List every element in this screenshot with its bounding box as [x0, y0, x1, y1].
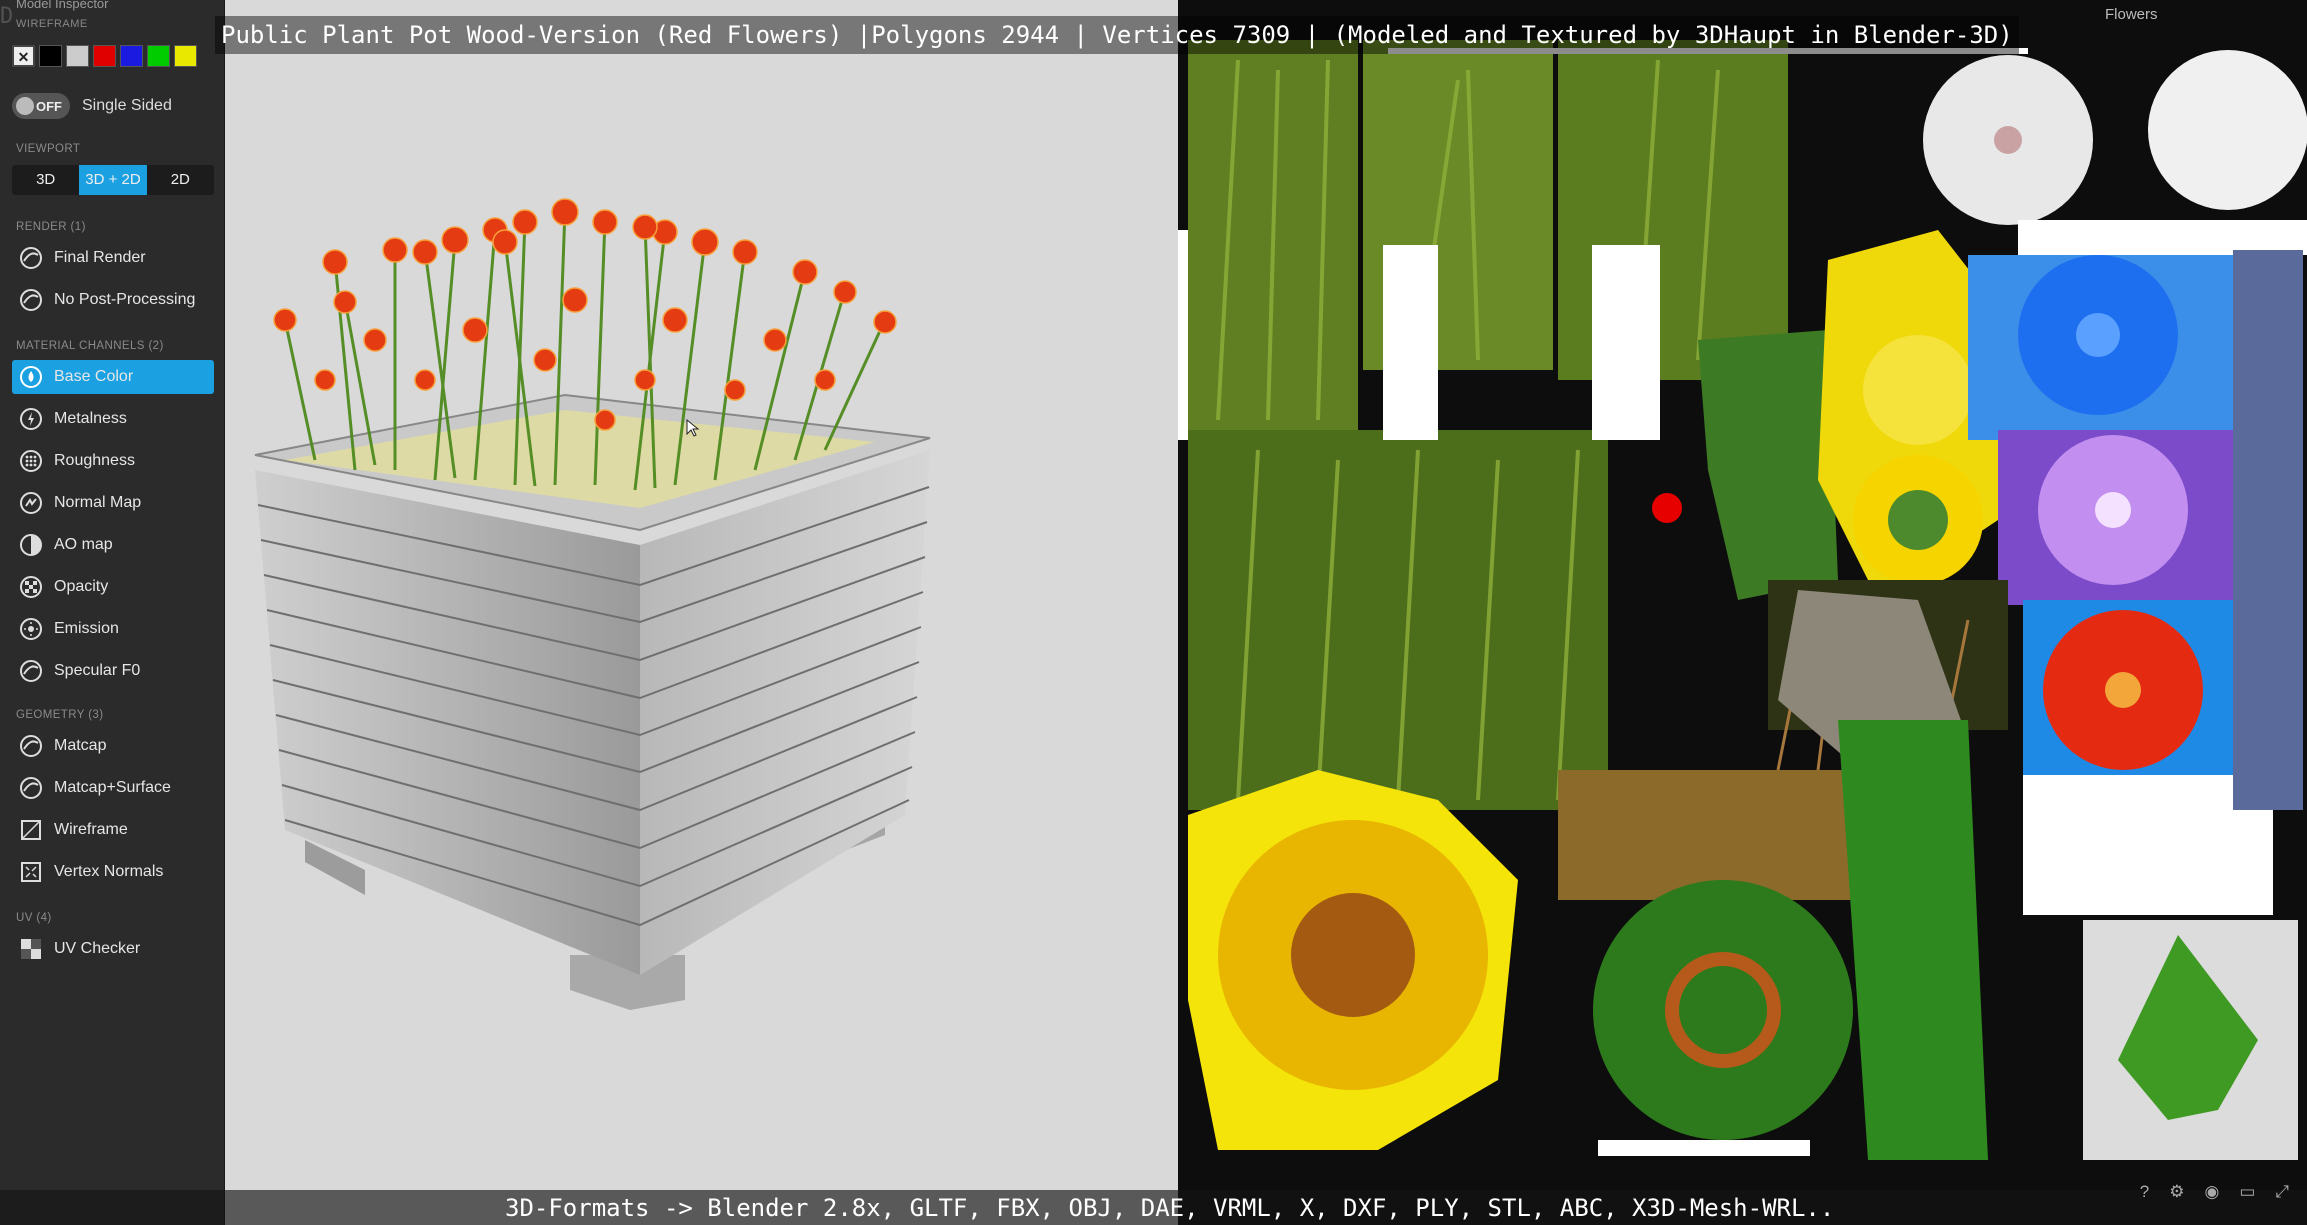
bottom-right-controls: ? ⚙ ◉ ▭ ⤢ [2140, 1182, 2289, 1202]
material-item-roughness[interactable]: Roughness [12, 444, 214, 478]
uv-panel-label: Flowers [2105, 6, 2158, 23]
toggle-knob [16, 97, 34, 115]
roughness-dots-icon [18, 448, 44, 474]
material-item-label: Roughness [54, 452, 135, 469]
material-item-specular-f0[interactable]: Specular F0 [12, 654, 214, 688]
material-item-opacity[interactable]: Opacity [12, 570, 214, 604]
material-item-label: Opacity [54, 578, 109, 595]
normal-map-icon [18, 490, 44, 516]
material-item-metalness[interactable]: Metalness [12, 402, 214, 436]
geometry-section-label: GEOMETRY (3) [16, 709, 104, 721]
render-item-final-render[interactable]: Final Render [12, 241, 214, 275]
viewport-mode-2d[interactable]: 2D [147, 165, 214, 195]
swatch-none-icon[interactable]: ✕ [12, 45, 35, 67]
sidebar-header: Model Inspector [16, 0, 109, 11]
settings-gear-icon[interactable]: ⚙ [2169, 1182, 2184, 1202]
swatch-red[interactable] [93, 45, 116, 67]
material-item-label: Normal Map [54, 494, 142, 511]
material-item-label: Specular F0 [54, 662, 141, 679]
swatch-blue[interactable] [120, 45, 143, 67]
material-item-ao-map[interactable]: AO map [12, 528, 214, 562]
opacity-checker-icon [18, 574, 44, 600]
formats-overlay: 3D-Formats -> Blender 2.8x, GLTF, FBX, O… [505, 1194, 1835, 1222]
geometry-item-label: Vertex Normals [54, 863, 164, 880]
swatch-green[interactable] [147, 45, 170, 67]
wireframe-section-label: WIREFRAME [16, 18, 88, 30]
geometry-item-matcap-surface[interactable]: Matcap+Surface [12, 771, 214, 805]
geometry-item-wireframe[interactable]: Wireframe [12, 813, 214, 847]
render-item-label: Final Render [54, 249, 146, 266]
swatch-yellow[interactable] [174, 45, 197, 67]
matcap-surface-icon [18, 775, 44, 801]
material-item-emission[interactable]: Emission [12, 612, 214, 646]
fullscreen-icon[interactable]: ⤢ [2275, 1182, 2289, 1202]
uv-texture-panel[interactable]: Flowers [1178, 0, 2307, 1225]
geometry-item-label: Matcap [54, 737, 107, 754]
toggle-state-label: OFF [36, 99, 62, 114]
single-sided-row: OFF Single Sided [12, 93, 172, 119]
vr-icon[interactable]: ▭ [2239, 1182, 2255, 1202]
title-overlay: Public Plant Pot Wood-Version (Red Flowe… [215, 16, 2019, 54]
viewport-mode-3d[interactable]: 3D [12, 165, 79, 195]
single-sided-toggle[interactable]: OFF [12, 93, 70, 119]
base-color-drop-icon [18, 364, 44, 390]
swatch-gray[interactable] [66, 45, 89, 67]
viewport-mode-3d-2d[interactable]: 3D + 2D [79, 165, 147, 195]
viewport-mode-selector: 3D 3D + 2D 2D [12, 165, 214, 195]
vertex-normals-icon [18, 859, 44, 885]
uv-item-uv-checker[interactable]: UV Checker [12, 932, 214, 966]
material-item-label: AO map [54, 536, 113, 553]
specular-icon [18, 658, 44, 684]
model-inspector-sidebar: Model Inspector WIREFRAME D ✕ OFF Single… [0, 0, 225, 1225]
wireframe-color-swatches: ✕ [12, 45, 197, 67]
render-circle-icon [18, 245, 44, 271]
metalness-bolt-icon [18, 406, 44, 432]
wireframe-icon [18, 817, 44, 843]
material-item-label: Metalness [54, 410, 127, 427]
render-circle-icon [18, 287, 44, 313]
material-item-normal-map[interactable]: Normal Map [12, 486, 214, 520]
material-channels-section-label: MATERIAL CHANNELS (2) [16, 340, 164, 352]
single-sided-label: Single Sided [82, 97, 172, 114]
geometry-item-vertex-normals[interactable]: Vertex Normals [12, 855, 214, 889]
ghost-overlay-date: D [0, 4, 14, 29]
render-item-label: No Post-Processing [54, 291, 196, 308]
uv-item-label: UV Checker [54, 940, 141, 957]
3d-viewport[interactable] [225, 0, 1178, 1225]
matcap-icon [18, 733, 44, 759]
viewport-section-label: VIEWPORT [16, 143, 81, 155]
geometry-item-label: Wireframe [54, 821, 128, 838]
plant-pot-render [254, 198, 931, 1010]
material-item-base-color[interactable]: Base Color [12, 360, 214, 394]
render-item-no-post-processing[interactable]: No Post-Processing [12, 283, 214, 317]
flowers-texture-atlas [1178, 40, 2307, 1160]
uv-checker-icon [18, 936, 44, 962]
swatch-black[interactable] [39, 45, 62, 67]
ao-map-icon [18, 532, 44, 558]
material-item-label: Base Color [54, 368, 134, 385]
emission-sun-icon [18, 616, 44, 642]
geometry-item-label: Matcap+Surface [54, 779, 171, 796]
uv-section-label: UV (4) [16, 912, 52, 924]
render-section-label: RENDER (1) [16, 221, 86, 233]
geometry-item-matcap[interactable]: Matcap [12, 729, 214, 763]
layers-icon[interactable]: ◉ [2204, 1182, 2219, 1202]
help-icon[interactable]: ? [2140, 1182, 2149, 1202]
material-item-label: Emission [54, 620, 119, 637]
